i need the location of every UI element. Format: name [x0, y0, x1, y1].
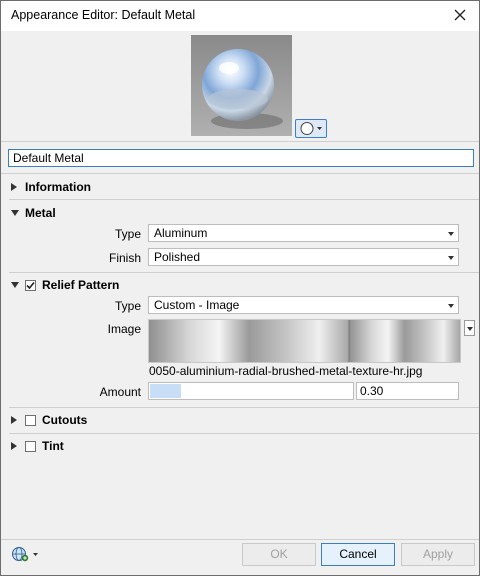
- expand-arrow-icon: [11, 442, 17, 450]
- section-cutouts[interactable]: Cutouts: [11, 413, 87, 427]
- checkmark-icon: [26, 281, 35, 289]
- divider: [1, 141, 479, 142]
- metal-type-label: Type: [114, 227, 141, 241]
- cancel-button[interactable]: Cancel: [321, 543, 395, 566]
- relief-image-dropdown[interactable]: [464, 320, 475, 336]
- expand-arrow-icon: [11, 183, 17, 191]
- divider: [9, 199, 479, 200]
- divider: [9, 407, 479, 408]
- divider: [1, 539, 479, 540]
- chevron-down-icon: [448, 256, 454, 260]
- sphere-icon: [300, 122, 322, 135]
- divider: [9, 433, 479, 434]
- collapse-arrow-icon: [11, 282, 19, 288]
- relief-type-label: Type: [114, 299, 141, 313]
- tint-checkbox[interactable]: [25, 440, 36, 452]
- section-cutouts-label: Cutouts: [42, 413, 88, 427]
- title-bar: Appearance Editor: Default Metal: [1, 1, 479, 31]
- metal-type-select[interactable]: Aluminum: [148, 224, 459, 242]
- relief-amount-slider[interactable]: [148, 382, 354, 400]
- metal-finish-select[interactable]: Polished: [148, 248, 459, 266]
- section-tint-label: Tint: [42, 439, 64, 453]
- close-icon: [454, 9, 466, 21]
- section-relief-pattern[interactable]: Relief Pattern: [11, 278, 119, 292]
- add-globe-icon: [12, 547, 38, 562]
- material-preview: [191, 35, 292, 136]
- section-information[interactable]: Information: [11, 180, 91, 194]
- section-relief-pattern-label: Relief Pattern: [42, 278, 120, 292]
- chevron-down-icon: [467, 327, 473, 331]
- metal-sphere-preview-image: [191, 35, 292, 136]
- section-information-label: Information: [25, 180, 91, 194]
- relief-amount-input[interactable]: 0.30: [356, 382, 459, 400]
- ok-button[interactable]: OK: [242, 543, 316, 566]
- close-button[interactable]: [449, 4, 471, 26]
- section-metal-label: Metal: [25, 206, 56, 220]
- relief-image-label: Image: [107, 322, 141, 336]
- collapse-arrow-icon: [11, 210, 19, 216]
- cutouts-checkbox[interactable]: [25, 414, 36, 426]
- metal-type-value: Aluminum: [154, 226, 208, 240]
- expand-arrow-icon: [11, 416, 17, 424]
- relief-type-select[interactable]: Custom - Image: [148, 296, 459, 314]
- relief-image-filename: 0050-aluminium-radial-brushed-metal-text…: [149, 364, 423, 378]
- window-title: Appearance Editor: Default Metal: [11, 8, 196, 22]
- chevron-down-icon: [448, 232, 454, 236]
- apply-button[interactable]: Apply: [401, 543, 475, 566]
- preview-shape-dropdown[interactable]: [295, 119, 327, 138]
- brushed-metal-texture-image: [149, 320, 460, 362]
- divider: [9, 272, 479, 273]
- add-material-button[interactable]: [10, 545, 42, 563]
- section-metal[interactable]: Metal: [11, 206, 56, 220]
- section-tint[interactable]: Tint: [11, 439, 64, 453]
- relief-pattern-checkbox[interactable]: [25, 279, 36, 291]
- metal-finish-value: Polished: [154, 250, 201, 264]
- appearance-editor-window: Appearance Editor: Default Metal Default…: [0, 0, 480, 576]
- slider-fill: [150, 384, 181, 398]
- relief-image-thumbnail[interactable]: [148, 319, 461, 363]
- relief-type-value: Custom - Image: [154, 298, 240, 312]
- divider: [1, 173, 479, 174]
- chevron-down-icon: [448, 304, 454, 308]
- metal-finish-label: Finish: [108, 251, 141, 265]
- material-name-field[interactable]: Default Metal: [8, 149, 474, 167]
- relief-amount-label: Amount: [99, 385, 141, 399]
